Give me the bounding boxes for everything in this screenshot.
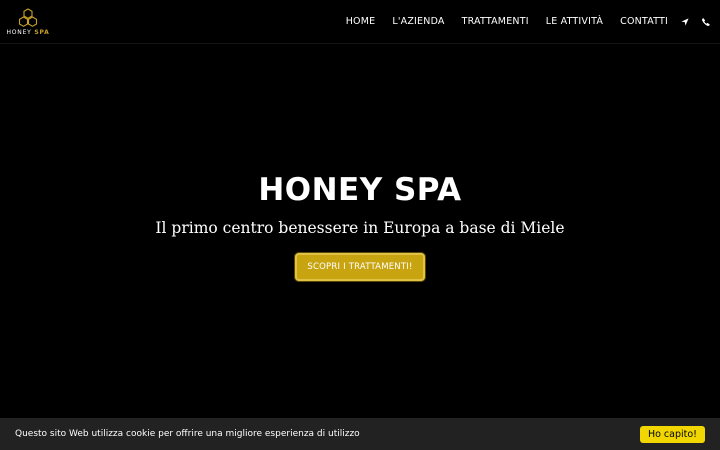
main-nav: HOME L'AZIENDA TRATTAMENTI LE ATTIVITÀ C… bbox=[329, 16, 710, 27]
brand-logo[interactable]: HONEY SPA bbox=[6, 7, 50, 36]
cookie-accept-button[interactable]: Ho capito! bbox=[639, 425, 705, 443]
hero-subtitle: Il primo centro benessere in Europa a ba… bbox=[155, 219, 565, 237]
navbar: HONEY SPA HOME L'AZIENDA TRATTAMENTI LE … bbox=[0, 0, 720, 44]
hero-title: HONEY SPA bbox=[258, 172, 462, 208]
discover-treatments-button[interactable]: SCOPRI I TRATTAMENTI! bbox=[295, 253, 425, 281]
cookie-message: Questo sito Web utilizza cookie per offr… bbox=[15, 429, 360, 439]
nav-item-contatti[interactable]: CONTATTI bbox=[620, 16, 668, 27]
nav-item-trattamenti[interactable]: TRATTAMENTI bbox=[462, 16, 529, 27]
phone-icon[interactable] bbox=[702, 17, 710, 26]
cookie-banner: Questo sito Web utilizza cookie per offr… bbox=[0, 418, 720, 450]
brand-name: HONEY SPA bbox=[6, 28, 50, 36]
honeycomb-logo-icon bbox=[18, 7, 38, 27]
nav-item-attivita[interactable]: LE ATTIVITÀ bbox=[546, 16, 603, 27]
nav-item-azienda[interactable]: L'AZIENDA bbox=[392, 16, 444, 27]
hero-section: HONEY SPA Il primo centro benessere in E… bbox=[0, 44, 720, 418]
location-arrow-icon[interactable] bbox=[681, 17, 689, 26]
nav-item-home[interactable]: HOME bbox=[346, 16, 376, 27]
